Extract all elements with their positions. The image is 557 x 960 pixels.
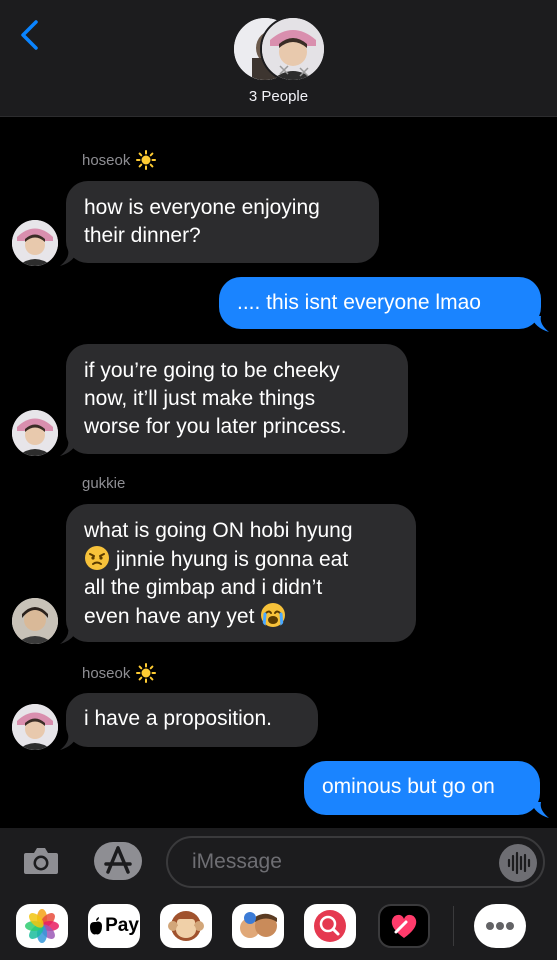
apple-pay-label: Pay [105,915,139,936]
avatar[interactable] [12,410,58,456]
avatar[interactable] [12,220,58,266]
photos-app-button[interactable] [16,904,68,948]
digital-touch-app-button[interactable] [378,904,430,948]
bubble-tail [60,250,78,266]
heart-icon [391,914,417,938]
web-search-app-button[interactable] [304,904,356,948]
sender-name: gukkie [82,475,126,492]
participants-count[interactable]: 3 People [0,88,557,105]
monkey-sticker-app-button[interactable] [160,904,212,948]
message-line: all the gimbap and i didn’t [84,576,323,599]
message-bubble-incoming[interactable]: what is going ON hobi hyung jinnie hyung… [66,504,416,642]
message-bubble-incoming[interactable]: how is everyone enjoying their dinner? [66,181,379,263]
back-chevron-icon[interactable] [16,18,46,52]
photos-icon [16,904,68,948]
message-line: what is going ON hobi hyung [84,519,353,542]
app-drawer-divider [453,906,454,946]
bubble-tail [531,802,549,818]
bubble-tail [531,316,549,332]
message-input-placeholder: iMessage [192,850,282,873]
apple-pay-app-button[interactable]: Pay [88,904,140,948]
memoji-icon [240,912,277,938]
message-bubble-outgoing[interactable]: ominous but go on [304,761,540,815]
app-store-icon [104,846,132,874]
more-apps-button[interactable] [474,904,526,948]
avatar [260,16,326,82]
avatar[interactable] [12,704,58,750]
bubble-tail [60,628,78,644]
message-input[interactable]: iMessage [166,836,545,888]
message-bubble-incoming[interactable]: i have a proposition. [66,693,318,747]
sender-name: hoseok [82,150,157,170]
angry-face-emoji-icon [85,546,109,570]
sun-emoji-icon [136,663,157,683]
bubble-tail [60,440,78,456]
group-avatar[interactable] [232,16,326,82]
message-bubble-outgoing[interactable]: .... this isnt everyone lmao [219,277,541,329]
apple-logo-icon [90,917,103,935]
message-line: even have any yet [84,602,398,631]
monkey-emoji-icon [168,911,204,941]
conversation-header: 3 People [0,0,557,117]
camera-icon[interactable] [22,846,60,876]
app-drawer: Pay [0,904,557,952]
sender-name: hoseok [82,663,157,683]
audio-message-button[interactable] [499,844,537,882]
sun-emoji-icon [136,150,157,170]
message-bubble-incoming[interactable]: if you’re going to be cheeky now, it’ll … [66,344,408,454]
avatar[interactable] [12,598,58,644]
globe-search-icon [314,910,346,942]
memoji-app-button[interactable] [232,904,284,948]
app-store-button[interactable] [94,842,142,880]
ellipsis-icon [486,922,514,930]
message-line: jinnie hyung is gonna eat [84,545,398,574]
waveform-icon [507,851,531,875]
bubble-tail [60,734,78,750]
crying-face-emoji-icon [261,603,286,628]
